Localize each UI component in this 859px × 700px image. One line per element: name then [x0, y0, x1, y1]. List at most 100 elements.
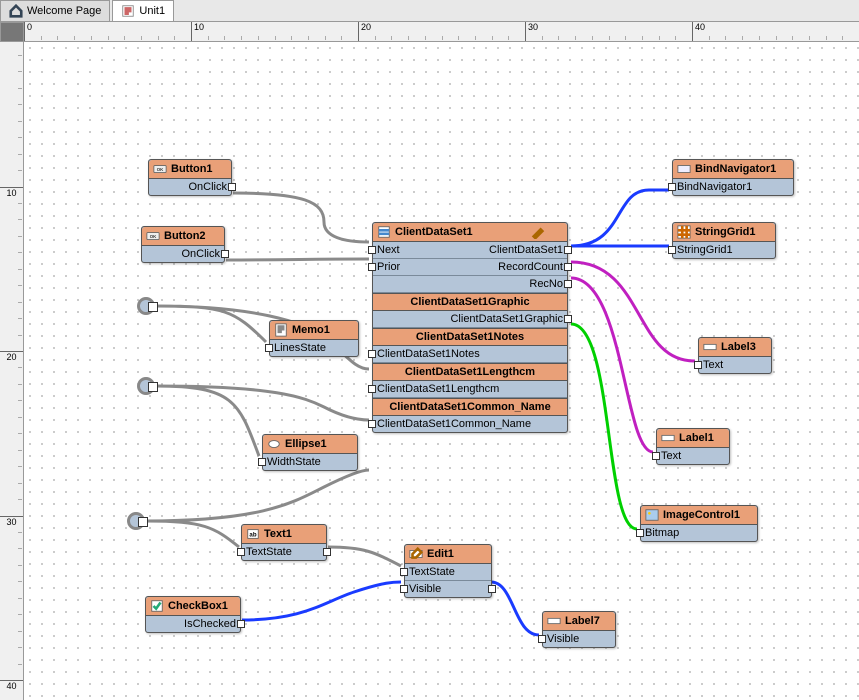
main-area: 01020304050	[24, 22, 859, 700]
port-label: WidthState	[267, 456, 321, 468]
text-icon: ab	[246, 527, 260, 541]
ellipse-icon	[267, 437, 281, 451]
node-button2[interactable]: OK Button2 OnClick	[141, 226, 225, 263]
node-button1[interactable]: OKButton1 OnClick	[148, 159, 232, 196]
design-canvas[interactable]: OK Button1 OnClick OK Button2 OnClick Memo…	[24, 42, 859, 700]
node-title: ImageControl1	[663, 509, 740, 521]
node-bindnavigator1[interactable]: BindNavigator1 BindNavigator1	[672, 159, 794, 196]
port-label: OnClick	[181, 248, 220, 260]
output-port[interactable]	[564, 263, 572, 271]
node-title: Label1	[679, 432, 714, 444]
node-title: Ellipse1	[285, 438, 327, 450]
port-label: Text	[661, 450, 681, 462]
input-port[interactable]	[258, 458, 266, 466]
source-node[interactable]	[127, 512, 145, 530]
input-port[interactable]	[400, 568, 408, 576]
node-title: BindNavigator1	[695, 163, 776, 175]
port-label: RecNo	[529, 278, 563, 290]
input-port[interactable]	[265, 344, 273, 352]
port-label: Next	[377, 244, 400, 256]
checkbox-icon	[150, 599, 164, 613]
node-label7[interactable]: Label7 Visible	[542, 611, 616, 648]
port-label: Visible	[547, 633, 579, 645]
dropdown-icon[interactable]	[549, 225, 563, 239]
input-port[interactable]	[368, 246, 376, 254]
svg-text:OK: OK	[157, 167, 164, 172]
nav-icon	[677, 162, 691, 176]
vertical-ruler: 010203040	[0, 22, 24, 700]
section-title: ClientDataSet1Graphic	[410, 296, 529, 308]
node-edit1[interactable]: Edit1 TextState Visible	[404, 544, 492, 598]
label-icon	[703, 340, 717, 354]
node-label1[interactable]: Label1 Text	[656, 428, 730, 465]
grid-icon	[677, 225, 691, 239]
output-port[interactable]	[564, 315, 572, 323]
ruler-corner	[0, 22, 24, 42]
unit-icon	[121, 4, 135, 18]
node-title: Label7	[565, 615, 600, 627]
node-title: Button2	[164, 230, 206, 242]
section-title: ClientDataSet1Lengthcm	[405, 366, 535, 378]
workspace: 010203040 01020304050	[0, 22, 859, 700]
node-imagecontrol1[interactable]: ImageControl1 Bitmap	[640, 505, 758, 542]
node-memo1[interactable]: Memo1 LinesState	[269, 320, 359, 357]
output-port[interactable]	[237, 620, 245, 628]
node-title: Edit1	[427, 548, 454, 560]
horizontal-ruler: 01020304050	[24, 22, 859, 42]
tab-label: Unit1	[139, 5, 165, 17]
input-port[interactable]	[668, 183, 676, 191]
source-node[interactable]	[137, 297, 155, 315]
node-title: StringGrid1	[695, 226, 756, 238]
port-label: ClientDataSet1Lengthcm	[377, 383, 499, 395]
button-icon: OK	[153, 162, 167, 176]
input-port[interactable]	[368, 385, 376, 393]
output-port[interactable]	[323, 548, 331, 556]
label-icon	[661, 431, 675, 445]
node-checkbox1[interactable]: CheckBox1 IsChecked	[145, 596, 241, 633]
output-port[interactable]	[564, 280, 572, 288]
node-title: Button1	[171, 163, 213, 175]
output-port[interactable]	[228, 183, 236, 191]
port-label: BindNavigator1	[677, 181, 752, 193]
input-port[interactable]	[400, 585, 408, 593]
dataset-icon	[377, 225, 391, 239]
svg-text:OK: OK	[150, 234, 157, 239]
memo-icon	[274, 323, 288, 337]
source-node[interactable]	[137, 377, 155, 395]
input-port[interactable]	[368, 263, 376, 271]
node-ellipse1[interactable]: Ellipse1 WidthState	[262, 434, 358, 471]
port-label: Text	[703, 359, 723, 371]
tab-unit1[interactable]: Unit1	[112, 0, 174, 21]
port-label: RecordCount	[498, 261, 563, 273]
app-root: Welcome Page Unit1 010203040 01020304050	[0, 0, 859, 700]
node-label3[interactable]: Label3 Text	[698, 337, 772, 374]
node-title: Memo1	[292, 324, 330, 336]
node-clientdataset1[interactable]: ClientDataSet1 NextClientDataSet1 PriorR…	[372, 222, 568, 433]
svg-text:ab: ab	[249, 532, 256, 539]
port-label: TextState	[409, 566, 455, 578]
edit-icon	[409, 547, 423, 561]
magic-icon[interactable]	[531, 225, 545, 239]
input-port[interactable]	[237, 548, 245, 556]
output-port[interactable]	[564, 246, 572, 254]
input-port[interactable]	[668, 246, 676, 254]
port-label: Bitmap	[645, 527, 679, 539]
input-port[interactable]	[368, 350, 376, 358]
node-stringgrid1[interactable]: StringGrid1 StringGrid1	[672, 222, 776, 259]
input-port[interactable]	[368, 420, 376, 428]
section-title: ClientDataSet1Common_Name	[389, 401, 550, 413]
input-port[interactable]	[652, 452, 660, 460]
output-port[interactable]	[221, 250, 229, 258]
input-port[interactable]	[636, 529, 644, 537]
node-title: Label3	[721, 341, 756, 353]
node-title: Text1	[264, 528, 292, 540]
port-label: ClientDataSet1Notes	[377, 348, 480, 360]
input-port[interactable]	[538, 635, 546, 643]
tab-welcome[interactable]: Welcome Page	[0, 0, 110, 21]
node-text1[interactable]: abText1 TextState	[241, 524, 327, 561]
section-title: ClientDataSet1Notes	[416, 331, 524, 343]
home-icon	[9, 4, 23, 18]
input-port[interactable]	[694, 361, 702, 369]
output-port[interactable]	[488, 585, 496, 593]
port-label: ClientDataSet1	[489, 244, 563, 256]
